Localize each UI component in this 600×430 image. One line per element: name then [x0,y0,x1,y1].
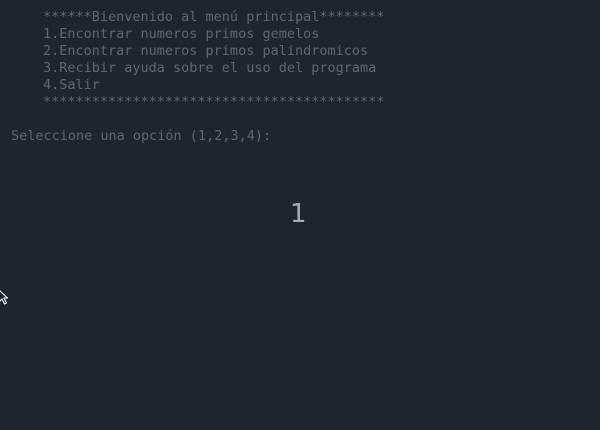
mouse-pointer-icon [0,290,8,305]
terminal-window[interactable]: ******Bienvenido al menú principal******… [0,0,600,430]
typed-input: 1 [290,199,307,229]
menu-item-2: 2.Encontrar numeros primos palindromicos [43,43,369,59]
menu-header: ******Bienvenido al menú principal******… [43,9,385,25]
menu-item-1: 1.Encontrar numeros primos gemelos [43,26,320,42]
menu-item-4: 4.Salir [43,77,100,93]
menu-item-3: 3.Recibir ayuda sobre el uso del program… [43,60,377,76]
selection-prompt: Seleccione una opción (1,2,3,4): [11,128,272,144]
menu-footer: ****************************************… [43,94,385,110]
